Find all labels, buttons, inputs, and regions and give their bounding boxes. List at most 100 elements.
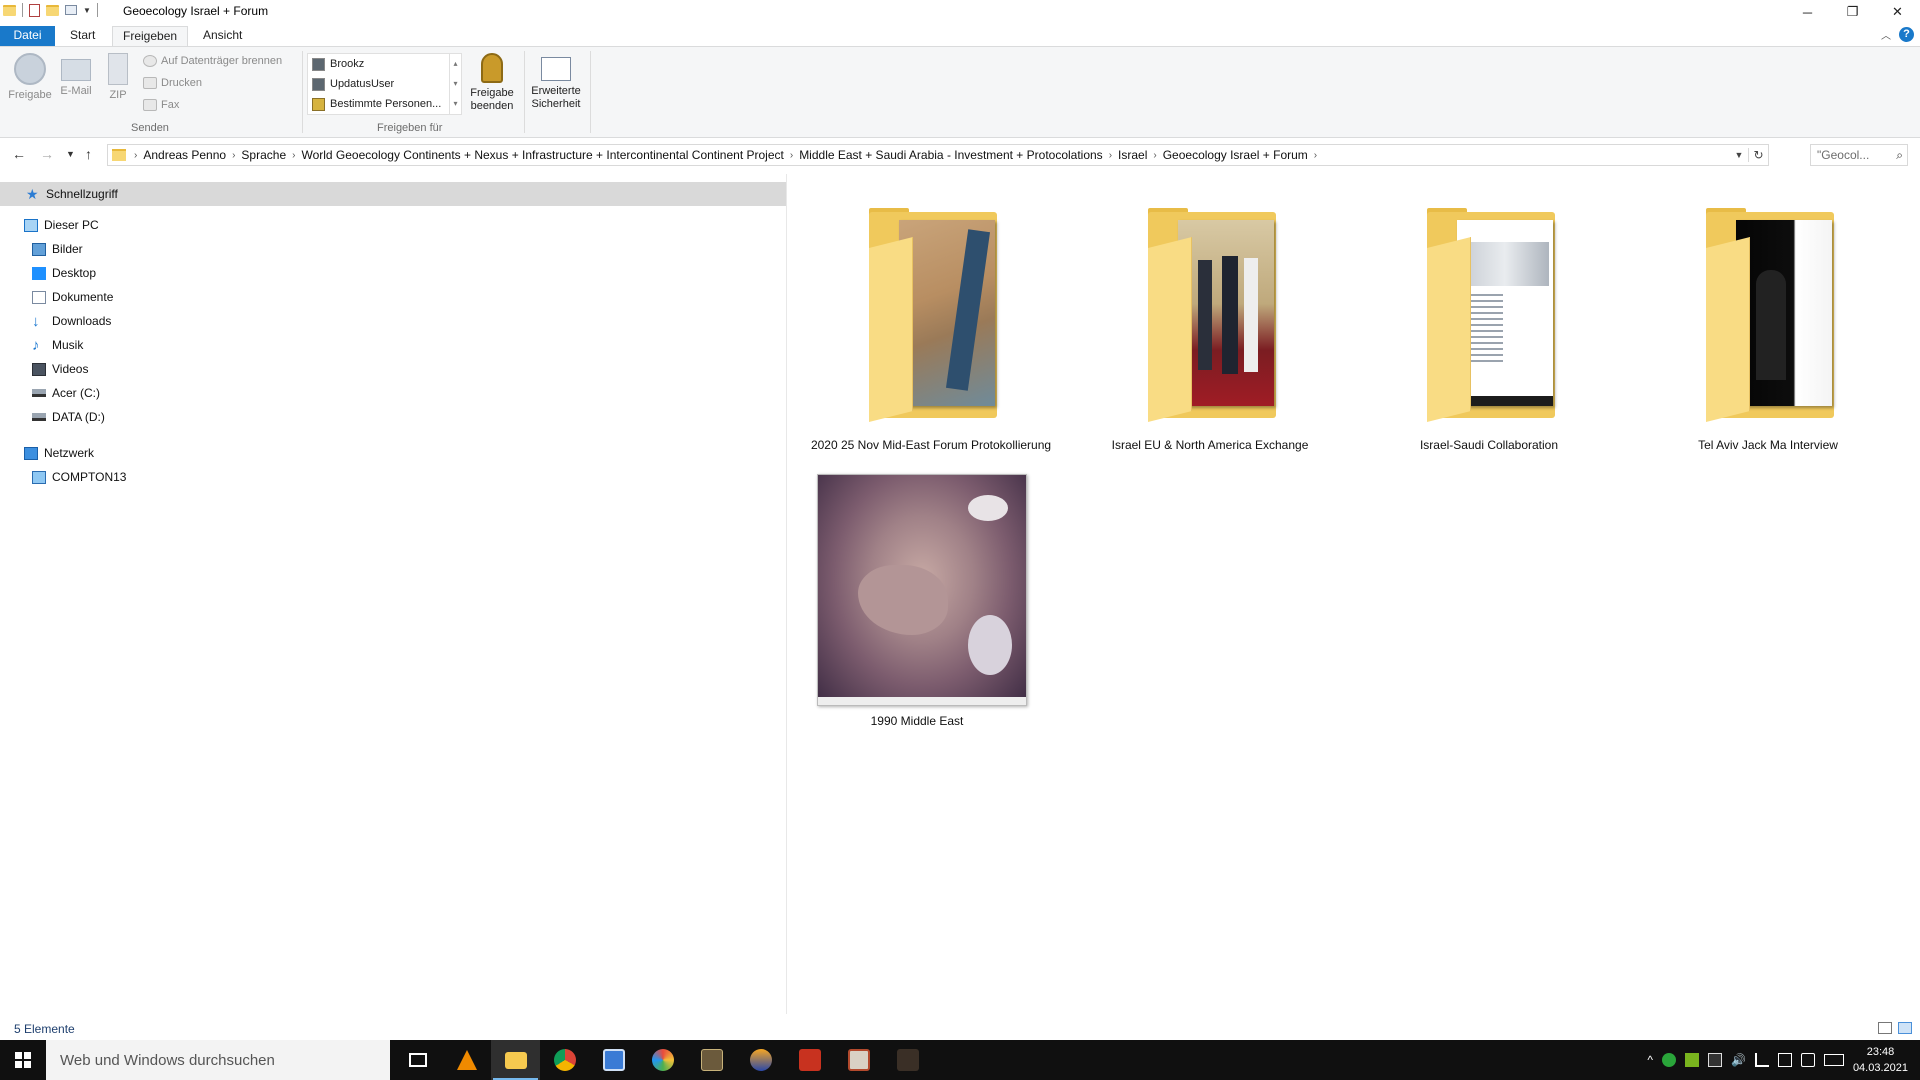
nav-item-music[interactable]: ♪ Musik — [32, 333, 83, 357]
nav-item-drive-c[interactable]: Acer (C:) — [32, 381, 100, 405]
expand-list-icon[interactable]: ▾ — [450, 94, 461, 114]
app-button[interactable] — [883, 1040, 932, 1080]
breadcrumb-chevron-icon[interactable]: › — [1151, 150, 1158, 161]
collapse-ribbon-icon[interactable]: ︿ — [1881, 27, 1891, 42]
large-icons-view-icon[interactable] — [1898, 1022, 1912, 1034]
user-icon — [312, 57, 325, 71]
app-button[interactable] — [736, 1040, 785, 1080]
breadcrumb-item[interactable]: Israel — [1114, 148, 1151, 162]
notifications-icon[interactable] — [1800, 1053, 1815, 1067]
app-button[interactable] — [834, 1040, 883, 1080]
tab-datei[interactable]: Datei — [0, 26, 55, 47]
nav-item-documents[interactable]: Dokumente — [32, 285, 113, 309]
nvidia-icon[interactable] — [1684, 1053, 1699, 1067]
back-arrow-icon[interactable]: ← — [12, 146, 26, 162]
computer-icon — [32, 470, 46, 484]
title-divider — [96, 3, 98, 17]
details-view-icon[interactable] — [1878, 1022, 1892, 1034]
status-bar: 5 Elemente — [0, 1018, 1920, 1040]
tab-start[interactable]: Start — [60, 26, 105, 47]
vlc-button[interactable] — [442, 1040, 491, 1080]
show-hidden-icons-chevron-icon[interactable]: ^ — [1647, 1053, 1653, 1067]
battery-icon[interactable] — [1707, 1053, 1722, 1067]
breadcrumb-chevron-icon[interactable]: › — [132, 150, 139, 161]
chrome-button[interactable] — [540, 1040, 589, 1080]
file-explorer-button[interactable] — [491, 1040, 540, 1080]
list-scrollbar[interactable]: ▴ ▾ ▾ — [449, 54, 461, 114]
breadcrumb-item[interactable]: Sprache — [237, 148, 290, 162]
share-user-item[interactable]: UpdatusUser — [308, 74, 461, 94]
properties-icon[interactable] — [29, 3, 40, 17]
print-button[interactable]: Drucken — [143, 77, 202, 89]
folder-preview-photo — [1178, 220, 1274, 406]
breadcrumb-chevron-icon[interactable]: › — [290, 150, 297, 161]
breadcrumb-item[interactable]: Geoecology Israel + Forum — [1159, 148, 1312, 162]
camera-app-button[interactable] — [687, 1040, 736, 1080]
photos-button[interactable] — [589, 1040, 638, 1080]
nav-item-desktop[interactable]: Desktop — [32, 261, 96, 285]
scroll-down-icon[interactable]: ▾ — [450, 74, 461, 94]
app-icon — [896, 1049, 919, 1071]
search-input[interactable]: "Geocol... ⌕ — [1810, 144, 1908, 166]
new-folder-icon[interactable] — [46, 4, 59, 16]
search-placeholder: "Geocol... — [1817, 148, 1870, 162]
scroll-up-icon[interactable]: ▴ — [450, 54, 461, 74]
recent-locations-chevron-icon[interactable]: ▼ — [66, 149, 75, 159]
image-item[interactable]: 1990 Middle East — [787, 174, 1047, 734]
refresh-icon[interactable]: ↻ — [1748, 148, 1768, 162]
taskbar-clock[interactable]: 23:48 04.03.2021 — [1853, 1044, 1908, 1076]
minimize-icon[interactable]: ─ — [1785, 0, 1830, 24]
projector-icon[interactable] — [1777, 1053, 1792, 1067]
help-icon[interactable]: ? — [1899, 27, 1914, 42]
windows-logo-icon — [15, 1052, 31, 1068]
stop-sharing-button[interactable]: Freigabe beenden — [465, 53, 519, 113]
forward-arrow-icon[interactable]: → — [40, 146, 54, 162]
fax-button[interactable]: Fax — [143, 99, 179, 111]
breadcrumb-item[interactable]: Andreas Penno — [139, 148, 230, 162]
network-signal-icon[interactable] — [1754, 1053, 1769, 1067]
nav-item-quick-access[interactable]: ★ Schnellzugriff — [0, 182, 786, 206]
tab-ansicht[interactable]: Ansicht — [193, 26, 252, 47]
nav-item-downloads[interactable]: ↓ Downloads — [32, 309, 111, 333]
keyboard-icon[interactable] — [1823, 1054, 1844, 1066]
rename-icon[interactable] — [65, 5, 77, 15]
start-button[interactable] — [0, 1040, 46, 1080]
breadcrumb-chevron-icon[interactable]: › — [1312, 150, 1319, 161]
security-shield-icon[interactable] — [1661, 1053, 1676, 1067]
share-with-list[interactable]: Brookz UpdatusUser Bestimmte Personen...… — [307, 53, 462, 115]
folder-item[interactable]: Israel EU & North America Exchange — [1080, 174, 1340, 464]
advanced-security-button[interactable]: Erweiterte Sicherheit — [528, 53, 584, 111]
breadcrumb-chevron-icon[interactable]: › — [1107, 150, 1114, 161]
search-icon[interactable]: ⌕ — [1896, 148, 1903, 163]
nav-item-videos[interactable]: Videos — [32, 357, 88, 381]
breadcrumb-item[interactable]: Middle East + Saudi Arabia - Investment … — [795, 148, 1107, 162]
share-user-item[interactable]: Brookz — [308, 54, 461, 74]
nav-item-drive-d[interactable]: DATA (D:) — [32, 405, 105, 429]
folder-item[interactable]: Israel-Saudi Collaboration — [1359, 174, 1619, 464]
customize-toolbar-chevron-icon[interactable]: ▼ — [83, 6, 91, 15]
up-arrow-icon[interactable]: ↑ — [85, 146, 92, 162]
address-history-chevron-icon[interactable]: ▼ — [1730, 150, 1748, 160]
share-button[interactable]: Freigabe — [4, 53, 56, 102]
breadcrumb-item[interactable]: World Geoecology Continents + Nexus + In… — [297, 148, 787, 162]
pdf-reader-button[interactable] — [785, 1040, 834, 1080]
task-view-button[interactable] — [393, 1040, 442, 1080]
media-button[interactable] — [638, 1040, 687, 1080]
taskbar-search-input[interactable]: Web und Windows durchsuchen — [46, 1040, 390, 1080]
nav-item-pictures[interactable]: Bilder — [32, 237, 83, 261]
tab-freigeben[interactable]: Freigeben — [112, 26, 189, 48]
volume-icon[interactable]: 🔊 — [1731, 1053, 1746, 1067]
restore-icon[interactable]: ❐ — [1830, 0, 1875, 24]
breadcrumb-chevron-icon[interactable]: › — [230, 150, 237, 161]
address-bar[interactable]: › Andreas Penno › Sprache › World Geoeco… — [107, 144, 1769, 166]
burn-button[interactable]: Auf Datenträger brennen — [143, 55, 282, 67]
folder-item[interactable]: Tel Aviv Jack Ma Interview — [1638, 174, 1898, 464]
breadcrumb-chevron-icon[interactable]: › — [788, 150, 795, 161]
advanced-security-label-1: Erweiterte — [531, 85, 581, 97]
nav-item-this-pc[interactable]: Dieser PC — [24, 213, 99, 237]
zip-button[interactable]: ZIP — [92, 53, 144, 102]
nav-item-compton13[interactable]: COMPTON13 — [32, 465, 126, 489]
close-icon[interactable]: ✕ — [1875, 0, 1920, 24]
share-user-item[interactable]: Bestimmte Personen... — [308, 94, 461, 114]
nav-item-network[interactable]: Netzwerk — [24, 441, 94, 465]
